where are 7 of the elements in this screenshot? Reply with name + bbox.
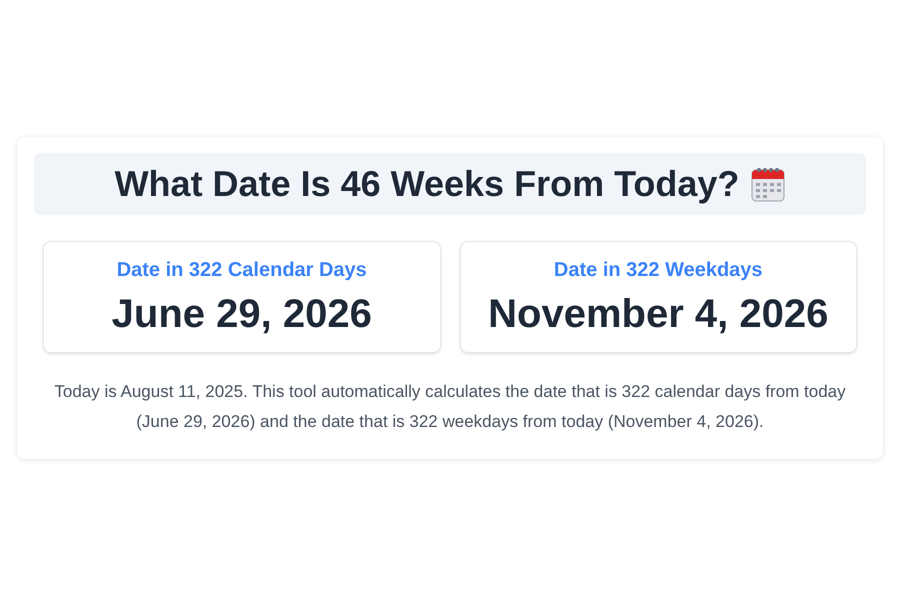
page-title: What Date Is 46 Weeks From Today?	[114, 162, 740, 206]
calendar-icon	[751, 166, 786, 202]
result-date: November 4, 2026	[488, 291, 828, 338]
result-label: Date in 322 Weekdays	[554, 258, 763, 283]
result-label: Date in 322 Calendar Days	[116, 258, 367, 283]
description-text: Today is August 11, 2025. This tool automatically calculates the date that is 322 calendar days from today (June 29, 2026) and the date that is 322 weekdays from today (November 4, 2026).	[53, 381, 847, 433]
result-date: June 29, 2026	[112, 291, 372, 338]
